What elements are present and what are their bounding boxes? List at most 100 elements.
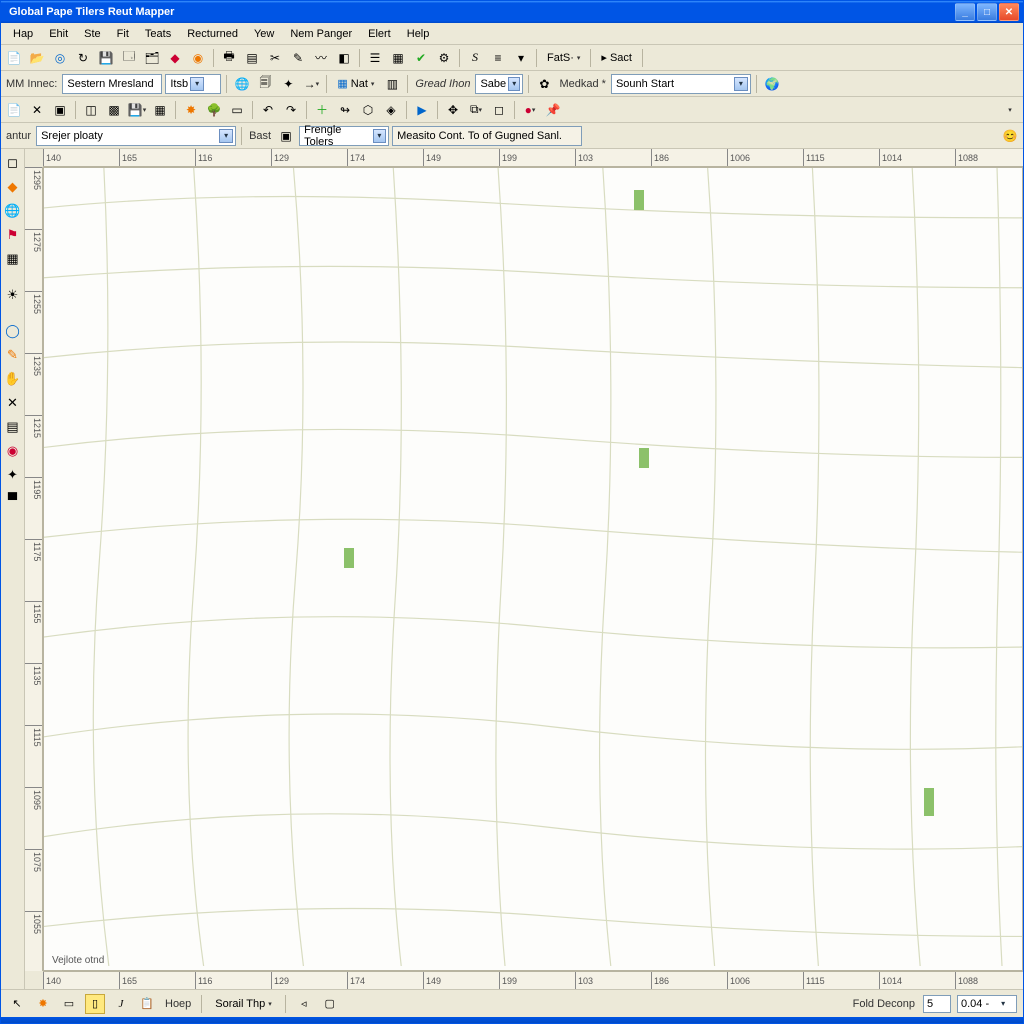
status-prev-icon[interactable]: ◃ [294, 994, 314, 1014]
paint-tool-icon[interactable]: ◆ [3, 177, 23, 197]
plus-icon[interactable]: ＋ [312, 100, 332, 120]
target-icon[interactable]: ◉ [188, 48, 208, 68]
docs-icon[interactable]: 🗐 [255, 74, 275, 94]
maximize-button[interactable]: □ [977, 3, 997, 21]
link-icon[interactable]: ⧉▾ [466, 100, 486, 120]
sheet-icon[interactable]: ▤ [242, 48, 262, 68]
pen-icon[interactable]: ✎ [288, 48, 308, 68]
table2-tool-icon[interactable]: ▀ [3, 489, 23, 509]
loop-tool-icon[interactable]: ◯ [3, 321, 23, 341]
pick-icon[interactable]: ✦ [278, 74, 298, 94]
status-cursor-icon[interactable]: ↖ [7, 994, 27, 1014]
box1-icon[interactable]: ◫ [81, 100, 101, 120]
globe-icon[interactable]: ◎ [50, 48, 70, 68]
draw-tool-icon[interactable]: ✎ [3, 345, 23, 365]
map-marker-3[interactable] [639, 448, 649, 468]
menu-nempanger[interactable]: Nem Panger [282, 26, 360, 42]
config-icon[interactable]: ⚙ [434, 48, 454, 68]
nt-button[interactable]: ▦ Nat▾ [332, 74, 379, 94]
save-icon[interactable]: 💾 [96, 48, 116, 68]
close-button[interactable]: ✕ [999, 3, 1019, 21]
layer-tool-icon[interactable]: ▤ [3, 417, 23, 437]
tree-icon[interactable]: 🌳 [204, 100, 224, 120]
globe2-icon[interactable]: 🌍 [762, 74, 782, 94]
menu-yew[interactable]: Yew [246, 26, 282, 42]
grid-icon[interactable]: ▦ [150, 100, 170, 120]
menu-help[interactable]: Help [399, 26, 438, 42]
check-icon[interactable]: ✔ [411, 48, 431, 68]
map-marker-1[interactable] [634, 190, 644, 210]
pin-tool-icon[interactable]: ◉ [3, 441, 23, 461]
map-marker-4[interactable] [924, 788, 934, 816]
status-next-icon[interactable]: ▢ [320, 994, 340, 1014]
hand-tool-icon[interactable]: ✋ [3, 369, 23, 389]
menu-ehit[interactable]: Ehit [41, 26, 76, 42]
status-extra-dropdown[interactable]: 0.04 -▾ [957, 995, 1017, 1013]
hex-icon[interactable]: ⬡ [358, 100, 378, 120]
flag-icon[interactable]: ◆ [165, 48, 185, 68]
dropdown-icon[interactable]: ▾ [511, 48, 531, 68]
brush-icon[interactable]: 〰 [311, 48, 331, 68]
measito-field[interactable]: Measito Cont. To of Gugned Sanl. [392, 126, 582, 146]
text-icon[interactable]: S [465, 48, 485, 68]
dot-icon[interactable]: ●▾ [520, 100, 540, 120]
ruler-vertical[interactable]: 1295127512551235121511951175115511351115… [25, 167, 43, 971]
list-icon[interactable]: ≡ [488, 48, 508, 68]
cut-icon[interactable]: ✂ [265, 48, 285, 68]
world-icon[interactable]: 🌐 [232, 74, 252, 94]
pick2-icon[interactable]: ✥ [443, 100, 463, 120]
box2-icon[interactable]: ▩ [104, 100, 124, 120]
emoji-icon[interactable]: 😊 [1000, 126, 1020, 146]
menu-recturned[interactable]: Recturned [179, 26, 246, 42]
star-icon[interactable]: ✸ [181, 100, 201, 120]
minimize-button[interactable]: _ [955, 3, 975, 21]
ruler-horizontal[interactable]: 1401651161291741491991031861006111510141… [43, 149, 1023, 167]
ruler-horizontal-bottom[interactable]: 1401651161291741491991031861006111510141… [43, 971, 1023, 989]
frame-icon[interactable]: ◻ [489, 100, 509, 120]
star-tool-icon[interactable]: ☀ [3, 285, 23, 305]
status-num-dropdown[interactable]: 5 [923, 995, 951, 1013]
flag-tool-icon[interactable]: ⚑ [3, 225, 23, 245]
print-icon[interactable]: 🖶 [219, 48, 239, 68]
undo-icon[interactable]: ↶ [258, 100, 278, 120]
play-icon[interactable]: ▶ [412, 100, 432, 120]
menu-hap[interactable]: Hap [5, 26, 41, 42]
south-dropdown[interactable]: Sounh Start▾ [611, 74, 751, 94]
clear-icon[interactable]: ✕ [27, 100, 47, 120]
disk-icon[interactable]: 💾▾ [127, 100, 147, 120]
menu-teats[interactable]: Teats [137, 26, 179, 42]
status-text-icon[interactable]: J [111, 994, 131, 1014]
table-tool-icon[interactable]: ▦ [3, 249, 23, 269]
refresh-icon[interactable]: ↻ [73, 48, 93, 68]
menu-elert[interactable]: Elert [360, 26, 399, 42]
globe-tool-icon[interactable]: 🌐 [3, 201, 23, 221]
fat-button[interactable]: FatS·▾ [542, 48, 585, 68]
eraser-icon[interactable]: ◧ [334, 48, 354, 68]
layers-icon[interactable]: ☰ [365, 48, 385, 68]
waypt-icon[interactable]: ◈ [381, 100, 401, 120]
chart-icon[interactable]: ▥ [382, 74, 402, 94]
map-marker-2[interactable] [344, 548, 354, 568]
status-soral-button[interactable]: Sorail Thp ▾ [210, 994, 276, 1014]
file-icon[interactable]: 📄 [4, 100, 24, 120]
symbol-tool-icon[interactable]: ✦ [3, 465, 23, 485]
open-icon[interactable]: 📂 [27, 48, 47, 68]
arrow-icon[interactable]: →▾ [301, 74, 321, 94]
status-highlight-icon[interactable]: ▯ [85, 994, 105, 1014]
status-paint-icon[interactable]: ✸ [33, 994, 53, 1014]
srejer-dropdown[interactable]: Srejer ploaty▾ [36, 126, 236, 146]
select-tool-icon[interactable]: ◻ [3, 153, 23, 173]
name-dropdown[interactable]: Sestern Mresland [62, 74, 162, 94]
frengle-dropdown[interactable]: Frengle Tolers▾ [299, 126, 389, 146]
name-sub-dropdown[interactable]: Itsb▾ [165, 74, 221, 94]
map-canvas[interactable]: Vejlote otnd [43, 167, 1023, 971]
menu-fit[interactable]: Fit [109, 26, 137, 42]
sect-button[interactable]: ▸Sact [596, 48, 637, 68]
menu-ste[interactable]: Ste [76, 26, 109, 42]
stack-icon[interactable]: 🗂 [142, 48, 162, 68]
pin-icon[interactable]: 📌 [543, 100, 563, 120]
new-icon[interactable]: 📄 [4, 48, 24, 68]
flow-icon[interactable]: ↬ [335, 100, 355, 120]
window-icon[interactable]: 🗔 [119, 48, 139, 68]
sabe-dropdown[interactable]: Sabe▾ [475, 74, 523, 94]
